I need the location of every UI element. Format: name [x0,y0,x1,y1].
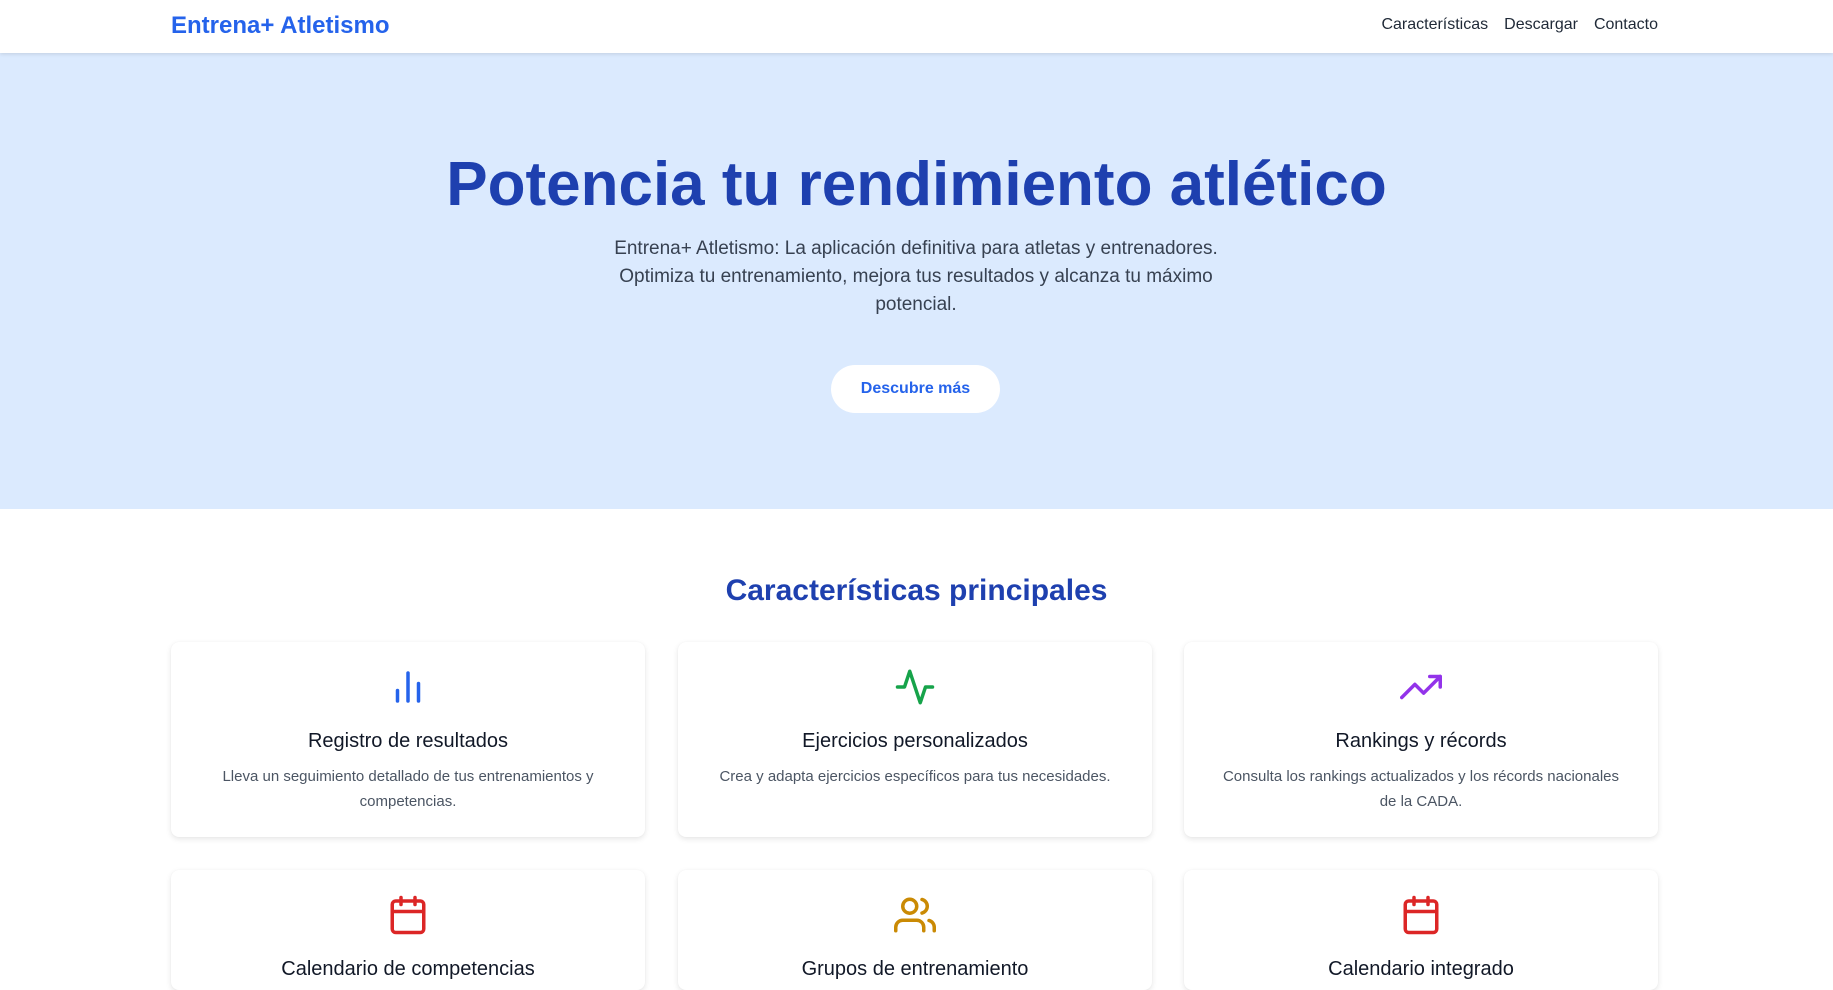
calendar-icon [1400,894,1442,936]
feature-card-ejercicios: Ejercicios personalizados Crea y adapta … [678,642,1152,837]
nav-link-descargar[interactable]: Descargar [1504,16,1578,34]
feature-card-description: Lleva un seguimiento detallado de tus en… [222,768,594,810]
feature-card-title: Registro de resultados [307,730,509,752]
trending-up-icon [1400,666,1442,708]
feature-card-calendario-competencias: Calendario de competencias [171,870,645,990]
feature-card-rankings: Rankings y récords Consulta los rankings… [1184,642,1658,837]
feature-card-title: Calendario integrado [1328,958,1514,980]
feature-card-registro: Registro de resultados Lleva un seguimie… [171,642,645,837]
brand-logo[interactable]: Entrena+ Atletismo [171,12,390,40]
feature-card-title: Calendario de competencias [281,958,535,980]
navbar: Entrena+ Atletismo Características Desca… [0,0,1833,53]
calendar-icon [387,894,429,936]
feature-card-calendario-integrado: Calendario integrado [1184,870,1658,990]
hero-subtitle: Entrena+ Atletismo: La aplicación defini… [614,238,1218,315]
feature-card-grupos: Grupos de entrenamiento [678,870,1152,990]
discover-more-button[interactable]: Descubre más [831,365,1000,413]
nav-link-caracteristicas[interactable]: Características [1381,16,1488,34]
nav-link-contacto[interactable]: Contacto [1594,16,1658,34]
activity-icon [894,666,936,708]
feature-card-description: Consulta los rankings actualizados y los… [1222,768,1620,810]
bar-chart-icon [387,666,429,708]
feature-card-title: Rankings y récords [1335,730,1507,752]
feature-card-title: Grupos de entrenamiento [801,958,1029,980]
feature-card-title: Ejercicios personalizados [802,730,1028,752]
users-icon [894,894,936,936]
nav-links: Características Descargar Contacto [1381,16,1658,34]
feature-card-description: Crea y adapta ejercicios específicos par… [719,768,1111,785]
hero-title: Potencia tu rendimiento atlético [446,150,1387,219]
features-title: Características principales [725,574,1108,607]
hero-section: Potencia tu rendimiento atlético Entrena… [0,53,1833,509]
